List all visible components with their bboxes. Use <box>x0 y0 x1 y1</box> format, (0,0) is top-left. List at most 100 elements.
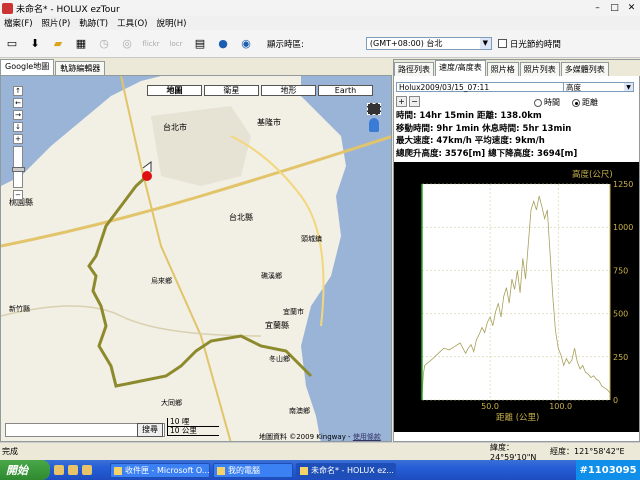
map-scale: 10 哩 10 公里 <box>167 418 219 436</box>
pan-down-icon[interactable]: ↓ <box>13 122 23 132</box>
task-eztour[interactable]: 未命名* - HOLUX ez... <box>296 462 396 478</box>
window-title: 未命名* - HOLUX ezTour <box>16 4 120 15</box>
timezone-select[interactable]: (GMT+08:00) 台北 ▼ <box>365 37 492 50</box>
radio-distance[interactable]: 距離 <box>572 97 598 108</box>
dst-checkbox[interactable]: 日光節約時間 <box>497 38 561 50</box>
map-label: 新竹縣 <box>9 305 30 313</box>
map-search-button[interactable]: 搜尋 <box>137 423 163 437</box>
clock-icon[interactable]: ◷ <box>94 34 114 54</box>
start-button[interactable]: 開始 <box>0 460 50 480</box>
task-outlook[interactable]: 收件匣 - Microsoft O... <box>110 462 210 478</box>
quicklaunch-icon[interactable] <box>82 465 92 475</box>
toolbar: ▭ ⬇ ▰ ▦ ◷ ◎ flickr locr ▤ ● ◉ 顯示時區: (GMT… <box>0 30 640 58</box>
pan-up-icon[interactable]: ↑ <box>13 86 23 96</box>
map-label: 礁溪鄉 <box>261 272 282 280</box>
zoom-slider[interactable] <box>12 146 25 188</box>
right-tab-bar: 路徑列表 速度/高度表 照片格 照片列表 多媒體列表 <box>394 60 640 76</box>
status-text: 完成 <box>2 447 18 456</box>
web-icon[interactable]: ◉ <box>236 34 256 54</box>
map-label: 烏來鄉 <box>151 277 172 285</box>
menu-track[interactable]: 軌跡(T) <box>79 17 108 29</box>
pan-right-icon[interactable]: → <box>13 110 23 120</box>
sync-icon[interactable]: ◎ <box>117 34 137 54</box>
map-label: 台北市 <box>163 123 187 132</box>
tab-photo-grid[interactable]: 照片格 <box>486 62 519 76</box>
pan-left-icon[interactable]: ← <box>13 98 23 108</box>
menu-file[interactable]: 檔案(F) <box>4 17 33 29</box>
google-earth-icon[interactable]: ● <box>213 34 233 54</box>
stat-line: 總爬升高度: 3576[m] 總下降高度: 3694[m] <box>396 148 578 159</box>
map-type-satellite[interactable]: 衛星 <box>204 85 259 96</box>
menu-help[interactable]: 說明(H) <box>156 17 186 29</box>
zoom-in-button[interactable]: + <box>396 96 407 107</box>
radio-time[interactable]: 時間 <box>534 97 560 108</box>
tab-google-map[interactable]: Google地圖 <box>0 59 55 75</box>
menu-photo[interactable]: 照片(P) <box>42 17 71 29</box>
tab-track-editor[interactable]: 軌跡編輯器 <box>55 61 106 75</box>
track-select[interactable]: Holux2009/03/15_07:11 高度 ▼ <box>396 82 634 92</box>
y-tick-label: 1250 <box>613 180 633 189</box>
close-button[interactable]: ✕ <box>623 2 640 15</box>
film-strip-icon[interactable] <box>367 103 381 115</box>
locr-button[interactable]: locr <box>165 34 187 54</box>
tab-track-list[interactable]: 路徑列表 <box>394 62 434 76</box>
stat-line: 最大速度: 47km/h 平均速度: 9km/h <box>396 136 545 147</box>
chart-svg: 0 250 500 750 1000 1250 50.0 100.0 高度(公尺) 距離 (公里) <box>394 162 639 432</box>
minimize-button[interactable]: – <box>589 2 606 15</box>
map-type-terrain[interactable]: 地形 <box>261 85 316 96</box>
save-icon[interactable]: ▦ <box>71 34 91 54</box>
map-copyright: 地圖資料 ©2009 Kingway - 使用條款 <box>259 433 381 441</box>
gps-device-icon[interactable]: ▭ <box>2 34 22 54</box>
report-icon[interactable]: ▤ <box>190 34 210 54</box>
map-label: 台北縣 <box>229 213 253 222</box>
map-label: 大同鄉 <box>161 399 182 407</box>
maximize-button[interactable]: □ <box>606 2 623 15</box>
radio-selected-icon <box>572 98 580 107</box>
scale-km: 10 公里 <box>167 427 219 436</box>
tab-photo-list[interactable]: 照片列表 <box>519 62 560 76</box>
quicklaunch-icon[interactable] <box>54 465 64 475</box>
chevron-down-icon: ▼ <box>479 38 491 49</box>
map-type-switcher: 地圖 衛星 地形 Earth <box>147 85 375 96</box>
y-tick-label: 750 <box>613 266 628 275</box>
quicklaunch-icon[interactable] <box>68 465 78 475</box>
metric-select[interactable]: 高度 ▼ <box>563 82 634 92</box>
track-stats: 時間: 14hr 15min 距離: 138.0km 移動時間: 9hr 1mi… <box>396 110 577 160</box>
zoom-in-icon[interactable]: + <box>13 134 23 144</box>
zoom-out-icon[interactable]: − <box>13 190 23 200</box>
task-my-computer[interactable]: 我的電腦 <box>213 462 293 478</box>
tab-media-list[interactable]: 多媒體列表 <box>560 62 609 76</box>
y-axis-label: 高度(公尺) <box>572 169 613 180</box>
open-folder-icon[interactable]: ▰ <box>48 34 68 54</box>
map-label: 宜蘭市 <box>283 308 304 316</box>
app-icon <box>2 2 13 14</box>
menu-tools[interactable]: 工具(O) <box>117 17 147 29</box>
right-panel: 路徑列表 速度/高度表 照片格 照片列表 多媒體列表 Holux2009/03/… <box>393 59 640 442</box>
pegman-icon[interactable] <box>369 118 379 132</box>
status-bar: 完成 緯度：24°59'10"N 經度：121°58'42"E <box>0 442 640 462</box>
zoom-out-button[interactable]: − <box>409 96 420 107</box>
map-type-map[interactable]: 地圖 <box>147 85 202 96</box>
x-axis-label: 距離 (公里) <box>496 412 539 423</box>
tab-speed-altitude[interactable]: 速度/高度表 <box>435 60 486 76</box>
chevron-down-icon: ▼ <box>624 83 633 91</box>
map-label: 基隆市 <box>257 118 281 127</box>
map-label: 宜蘭縣 <box>265 321 289 330</box>
timezone-label: 顯示時區: <box>267 39 304 50</box>
zoom-slider-thumb[interactable] <box>12 167 25 172</box>
map-label: 冬山鄉 <box>269 355 290 363</box>
flickr-button[interactable]: flickr <box>140 34 162 54</box>
stat-line: 時間: 14hr 15min 距離: 138.0km <box>396 111 542 121</box>
altitude-chart[interactable]: 0 250 500 750 1000 1250 50.0 100.0 高度(公尺) 距離 (公里) <box>394 162 639 432</box>
terms-link[interactable]: 使用條款 <box>353 433 381 441</box>
x-tick-label: 100.0 <box>549 402 572 411</box>
map-label: 頭城鎮 <box>301 235 322 243</box>
plot-area <box>422 184 610 400</box>
download-icon[interactable]: ⬇ <box>25 34 45 54</box>
map-view[interactable]: 台北市 基隆市 台北縣 桃園縣 宜蘭縣 新竹縣 烏來鄉 宜蘭市 大同鄉 南澳鄉 … <box>0 75 392 442</box>
map-type-earth[interactable]: Earth <box>318 85 373 96</box>
map-label: 南澳鄉 <box>289 407 310 415</box>
y-tick-label: 500 <box>613 310 628 319</box>
radio-icon <box>534 98 542 107</box>
checkbox-icon <box>497 39 507 48</box>
